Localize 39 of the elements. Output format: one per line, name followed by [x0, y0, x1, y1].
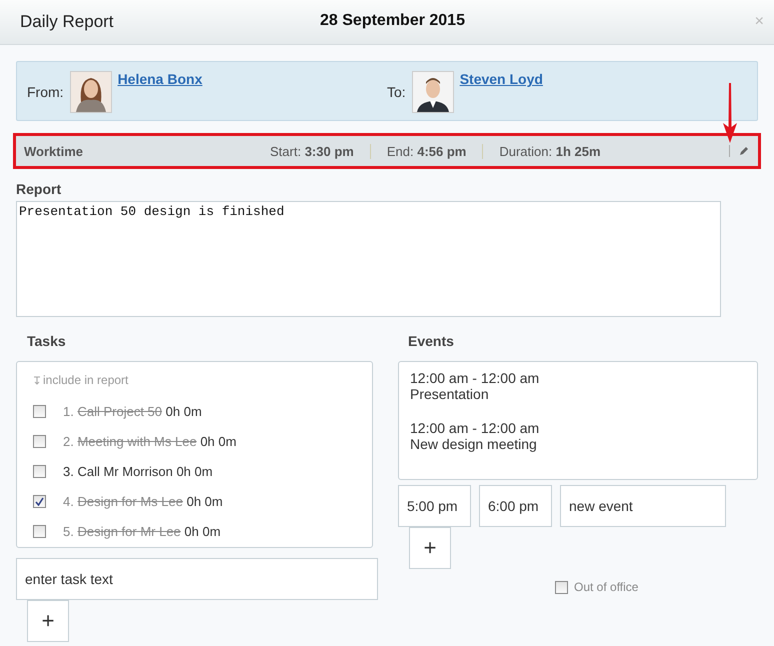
event-time: 12:00 am - 12:00 am — [410, 420, 540, 436]
event-title: Presentation — [410, 386, 490, 402]
out-of-office-label: Out of office — [574, 580, 638, 594]
task-input[interactable]: enter task text — [16, 558, 378, 600]
start-time: Start: 3:30 pm — [254, 144, 371, 158]
task-checkbox[interactable] — [33, 524, 46, 538]
task-item: 1. Call Project 50 0h 0m — [63, 404, 202, 418]
pencil-icon[interactable] — [729, 145, 750, 157]
task-checkbox[interactable] — [33, 404, 46, 418]
task-item: 4. Design for Ms Lee 0h 0m — [63, 494, 223, 508]
worktime-label: Worktime — [24, 144, 84, 158]
task-checkbox[interactable] — [33, 434, 46, 448]
include-hint: include in report — [33, 373, 128, 387]
report-label: Report — [16, 181, 62, 197]
events-label: Events — [408, 333, 455, 349]
event-time: 12:00 am - 12:00 am — [410, 370, 540, 386]
end-time-field[interactable]: 6:00 pm — [479, 485, 552, 527]
task-item: 2. Meeting with Ms Lee 0h 0m — [63, 434, 236, 448]
duration: Duration: 1h 25m — [498, 144, 602, 158]
from-label: From: — [27, 84, 64, 100]
task-checkbox[interactable] — [33, 494, 46, 508]
end-time: End: 4:56 pm — [370, 144, 484, 158]
to-label: To: — [387, 84, 406, 100]
checkbox[interactable] — [555, 580, 568, 594]
add-event-button[interactable]: + — [409, 527, 451, 569]
report-field[interactable]: Presentation 50 design is finished — [16, 201, 721, 317]
task-item: 5. Design for Mr Lee 0h 0m — [63, 524, 221, 538]
event-name-field[interactable]: new event — [560, 485, 726, 527]
start-time-field[interactable]: 5:00 pm — [398, 485, 471, 527]
report-date: 28 September 2015 — [320, 12, 465, 30]
tasks-label: Tasks — [27, 333, 67, 349]
recipient-link[interactable]: Steven Loyd — [460, 71, 543, 87]
add-task-button[interactable]: + — [27, 600, 69, 642]
task-item: 3. Call Mr Morrison 0h 0m — [63, 464, 213, 478]
event-title: New design meeting — [410, 436, 538, 452]
sender-link[interactable]: Helena Bonx — [118, 71, 202, 87]
window-title: Daily Report — [20, 12, 114, 32]
task-checkbox[interactable] — [33, 464, 46, 478]
down-arrow-icon — [33, 375, 41, 385]
